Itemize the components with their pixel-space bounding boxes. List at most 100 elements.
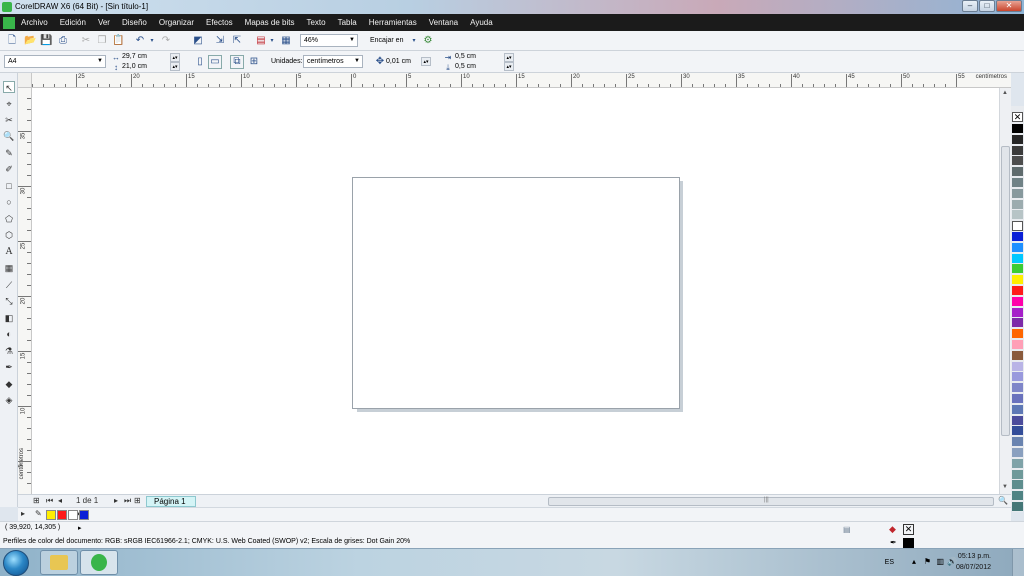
snap-dropdown-icon[interactable]: ▾ <box>408 35 420 47</box>
language-indicator[interactable]: ES <box>885 559 894 566</box>
palette-swatch[interactable] <box>1012 437 1023 448</box>
close-button[interactable]: ✕ <box>996 0 1022 12</box>
palette-swatch[interactable] <box>1012 361 1023 372</box>
no-color-swatch-icon[interactable]: ✕ <box>1012 112 1023 122</box>
menu-diseno[interactable]: Diseño <box>122 18 147 27</box>
outline-indicator-icon[interactable]: ✒ <box>890 538 897 547</box>
duplicate-y-spinner[interactable]: ▴▾ <box>504 62 514 71</box>
palette-swatch[interactable] <box>1012 178 1023 188</box>
first-page-icon[interactable]: ⏮ <box>46 496 53 506</box>
status-expand-icon[interactable]: ▸ <box>78 524 82 532</box>
previous-page-icon[interactable]: ◂ <box>58 496 62 505</box>
menu-ayuda[interactable]: Ayuda <box>470 18 493 27</box>
connector-tool-icon[interactable]: ⤡ <box>3 295 15 307</box>
redo-icon[interactable]: ↷ <box>160 35 172 47</box>
palette-swatch[interactable] <box>1012 221 1023 232</box>
fill-none-swatch-icon[interactable]: ✕ <box>903 524 914 535</box>
snap-to-label[interactable]: Encajar en <box>370 36 403 46</box>
palette-swatch[interactable] <box>1012 145 1023 156</box>
menu-edicion[interactable]: Edición <box>60 18 86 27</box>
duplicate-y-value[interactable]: 0,5 cm <box>455 62 476 72</box>
basic-shapes-tool-icon[interactable]: ⬡ <box>3 229 15 241</box>
palette-swatch[interactable] <box>1012 415 1023 426</box>
dimension-tool-icon[interactable]: ⟋ <box>3 279 15 291</box>
clock-time[interactable]: 05:13 p.m. <box>958 553 991 560</box>
color-profiles-text[interactable]: Perfiles de color del documento: RGB: sR… <box>3 538 410 545</box>
document-page[interactable] <box>352 177 680 409</box>
vertical-ruler[interactable]: centímetros 35302520151050 <box>18 88 32 494</box>
table-tool-icon[interactable]: ▦ <box>3 262 15 274</box>
document-palette-swatch[interactable] <box>57 510 67 520</box>
menu-efectos[interactable]: Efectos <box>206 18 233 27</box>
menu-archivo[interactable]: Archivo <box>21 18 48 27</box>
horizontal-ruler[interactable]: centímetros 25 20 15 10 5 0 5 10 15 20 25 30 35 40 45 5… <box>32 73 1011 88</box>
outline-color-swatch[interactable] <box>903 538 914 548</box>
blend-tool-icon[interactable]: ◧ <box>3 312 15 324</box>
palette-swatch[interactable] <box>1012 134 1023 145</box>
units-combo[interactable]: centímetros ▼ <box>303 55 363 68</box>
new-document-icon[interactable]: 🗋 <box>6 35 18 47</box>
horizontal-scrollbar[interactable]: ||| <box>548 497 994 506</box>
palette-swatch[interactable] <box>1012 394 1023 404</box>
palette-swatch[interactable] <box>1012 458 1023 469</box>
network-icon[interactable]: ▥ <box>936 557 944 566</box>
eyedropper-icon[interactable]: ✎ <box>35 509 42 518</box>
palette-swatch[interactable] <box>1012 307 1023 318</box>
palette-swatch[interactable] <box>1012 296 1023 307</box>
ellipse-tool-icon[interactable]: ○ <box>3 196 15 208</box>
palette-swatch[interactable] <box>1012 286 1023 296</box>
smart-fill-tool-icon[interactable]: ✐ <box>3 163 15 175</box>
palette-swatch[interactable] <box>1012 448 1023 458</box>
document-palette-swatch[interactable] <box>68 510 78 520</box>
duplicate-x-value[interactable]: 0,5 cm <box>455 52 476 62</box>
palette-swatch[interactable] <box>1012 480 1023 491</box>
export-icon[interactable]: ⇱ <box>231 35 243 47</box>
zoom-navigator-icon[interactable]: 🔍 <box>998 496 1008 505</box>
document-palette-swatch[interactable] <box>79 510 89 520</box>
fill-indicator-icon[interactable]: ◆ <box>889 524 896 535</box>
page-tab[interactable]: Página 1 <box>146 496 196 507</box>
menu-organizar[interactable]: Organizar <box>159 18 194 27</box>
page-size-combo[interactable]: A4 ▼ <box>4 55 106 68</box>
add-page-after-icon[interactable]: ⊞ <box>134 496 141 505</box>
document-icon[interactable] <box>3 16 15 29</box>
palette-swatch[interactable] <box>1012 404 1023 415</box>
palette-swatch[interactable] <box>1012 210 1023 221</box>
palette-swatch[interactable] <box>1012 253 1023 264</box>
tray-show-hidden-icon[interactable]: ▴ <box>912 557 916 566</box>
launcher-icon[interactable]: ▦ <box>280 35 292 47</box>
scroll-down-icon[interactable]: ▼ <box>1002 484 1008 490</box>
nudge-value[interactable]: 0,01 cm <box>386 57 411 67</box>
palette-swatch[interactable] <box>1012 350 1023 361</box>
page-height-value[interactable]: 21,0 cm <box>122 62 147 72</box>
menu-ver[interactable]: Ver <box>98 18 110 27</box>
palette-swatch[interactable] <box>1012 188 1023 199</box>
polygon-tool-icon[interactable]: ⬠ <box>3 213 15 225</box>
palette-menu-icon[interactable]: ▸ <box>21 509 25 518</box>
palette-swatch[interactable] <box>1012 124 1023 134</box>
open-folder-icon[interactable]: 📂 <box>24 35 36 47</box>
palette-swatch[interactable] <box>1012 264 1023 275</box>
palette-swatch[interactable] <box>1012 426 1023 437</box>
zoom-level-combo[interactable]: 46% ▼ <box>300 34 358 47</box>
crop-tool-icon[interactable]: ✂ <box>3 114 15 126</box>
options-icon[interactable]: ⚙ <box>422 35 434 47</box>
cut-icon[interactable]: ✂ <box>80 35 92 47</box>
interactive-fill-tool-icon[interactable]: ◈ <box>3 394 15 406</box>
last-page-icon[interactable]: ⏭ <box>124 496 131 506</box>
ruler-origin[interactable] <box>18 73 32 88</box>
outline-tool-icon[interactable]: ✒ <box>3 361 15 373</box>
palette-swatch[interactable] <box>1012 156 1023 167</box>
current-page-icon[interactable]: ⊞ <box>248 56 260 68</box>
action-center-icon[interactable]: ⚑ <box>924 557 931 566</box>
palette-swatch[interactable] <box>1012 372 1023 383</box>
publish-dropdown-icon[interactable]: ▾ <box>266 35 278 47</box>
menu-texto[interactable]: Texto <box>306 18 325 27</box>
portrait-icon[interactable]: ▯ <box>194 56 206 68</box>
taskbar-explorer[interactable] <box>40 550 78 575</box>
next-page-icon[interactable]: ▸ <box>114 496 118 505</box>
show-desktop-button[interactable] <box>1012 549 1024 576</box>
text-tool-icon[interactable]: A <box>3 246 15 258</box>
print-icon[interactable]: ⎙ <box>57 35 69 47</box>
width-spinner[interactable]: ▴▾ <box>170 53 180 62</box>
